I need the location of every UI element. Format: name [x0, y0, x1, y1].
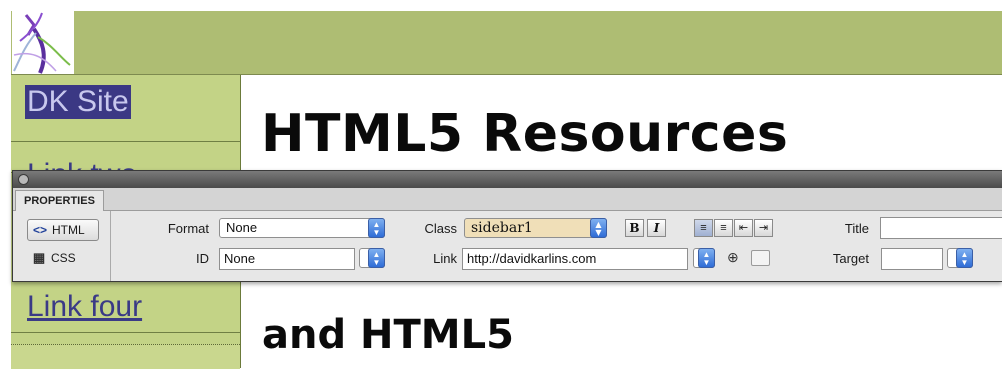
bold-button[interactable]: B — [625, 219, 644, 237]
select-arrows-icon: ▲ ▼ — [590, 218, 607, 238]
panel-collapse-icon[interactable] — [18, 174, 29, 185]
header-banner — [11, 11, 1002, 75]
panel-tab-strip: PROPERTIES — [13, 188, 1002, 211]
select-arrows-icon: ▲ ▼ — [956, 248, 973, 268]
html-code-icon: <> — [32, 223, 47, 237]
target-field[interactable] — [881, 248, 943, 270]
class-select[interactable]: sidebar1 ▲ ▼ — [464, 218, 607, 238]
link-value: http://davidkarlins.com — [467, 251, 597, 266]
select-arrows-icon: ▲ ▼ — [368, 218, 385, 238]
tab-properties[interactable]: PROPERTIES — [15, 190, 104, 211]
target-label: Target — [832, 251, 869, 266]
format-select[interactable]: None ▲ ▼ — [219, 218, 385, 238]
css-grid-icon: ▦ — [32, 250, 46, 265]
sidebar-item-dk-site[interactable]: DK Site — [11, 75, 240, 142]
title-label: Title — [844, 221, 869, 236]
page-subheading: and HTML5 — [262, 312, 514, 358]
format-label: Format — [167, 221, 209, 236]
page-heading: HTML5 Resources — [261, 104, 789, 164]
sidebar-link[interactable]: DK Site — [25, 85, 131, 119]
class-value: sidebar1 — [471, 220, 533, 236]
sidebar-item-empty — [11, 344, 240, 369]
id-field[interactable]: None — [219, 248, 355, 270]
format-value: None — [226, 220, 258, 235]
point-to-file-icon[interactable]: ⊕ — [727, 249, 739, 266]
link-field[interactable]: http://davidkarlins.com — [462, 248, 688, 270]
outdent-icon[interactable]: ⇤ — [734, 219, 753, 237]
properties-inspector: PROPERTIES <> HTML ▦ CSS Format None ▲ ▼ ID… — [12, 170, 1002, 282]
html-mode-label: HTML — [52, 223, 85, 237]
select-arrows-icon: ▲ ▼ — [368, 248, 385, 268]
panel-titlebar[interactable] — [13, 171, 1002, 188]
select-arrows-icon: ▲ ▼ — [698, 248, 715, 268]
css-mode-label: CSS — [51, 251, 76, 265]
id-dropdown[interactable]: ▲ ▼ — [359, 248, 385, 268]
link-label: Link — [433, 251, 457, 266]
unordered-list-icon[interactable]: ≡ — [694, 219, 713, 237]
id-value: None — [224, 251, 256, 266]
sidebar-item-link-four[interactable]: Link four — [11, 282, 240, 333]
class-label: Class — [424, 221, 457, 236]
sidebar-link[interactable]: Link four — [27, 290, 142, 324]
italic-button[interactable]: I — [647, 219, 666, 237]
target-dropdown[interactable]: ▲ ▼ — [947, 248, 973, 268]
title-field[interactable] — [880, 217, 1002, 239]
logo-image — [12, 11, 74, 74]
html-mode-button[interactable]: <> HTML — [27, 219, 99, 241]
id-label: ID — [196, 251, 209, 266]
divider — [110, 211, 111, 281]
browse-folder-icon[interactable] — [751, 250, 770, 266]
css-mode-button[interactable]: ▦ CSS — [27, 248, 97, 268]
ordered-list-icon[interactable]: ≡ — [714, 219, 733, 237]
indent-icon[interactable]: ⇥ — [754, 219, 773, 237]
link-dropdown[interactable]: ▲ ▼ — [693, 248, 715, 268]
sidebar-item-link-two[interactable]: Link two — [11, 142, 240, 173]
